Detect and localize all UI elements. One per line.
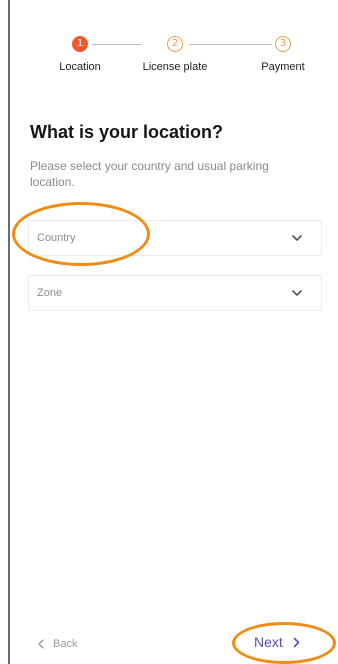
zone-select[interactable]: Zone: [28, 275, 322, 311]
chevron-down-icon: [292, 235, 302, 241]
step-number-1: 1: [72, 36, 88, 52]
page-subtitle: Please select your country and usual par…: [30, 159, 269, 189]
step-label-payment: Payment: [261, 61, 305, 73]
progress-stepper: 1 Location 2 License plate 3 Payment: [0, 34, 338, 84]
country-select[interactable]: Country: [28, 220, 322, 256]
chevron-left-icon: [38, 639, 44, 649]
window-edge: [8, 0, 10, 664]
location-step-screen: 1 Location 2 License plate 3 Payment Wha…: [0, 0, 338, 664]
step-location: 1 Location: [47, 36, 113, 73]
step-number-3: 3: [275, 36, 291, 52]
step-label-location: Location: [59, 61, 101, 73]
chevron-right-icon: [293, 637, 300, 647]
country-select-value: Country: [37, 232, 76, 244]
step-payment: 3 Payment: [250, 36, 316, 73]
step-label-license-plate: License plate: [142, 61, 208, 73]
chevron-down-icon: [292, 290, 302, 296]
next-button[interactable]: Next: [254, 634, 300, 650]
next-button-label: Next: [254, 634, 283, 650]
step-license-plate: 2 License plate: [130, 36, 220, 73]
page-title: What is your location?: [30, 122, 224, 142]
back-button[interactable]: Back: [38, 638, 77, 650]
back-button-label: Back: [53, 638, 78, 650]
step-number-2: 2: [167, 36, 183, 52]
zone-select-value: Zone: [37, 287, 63, 299]
